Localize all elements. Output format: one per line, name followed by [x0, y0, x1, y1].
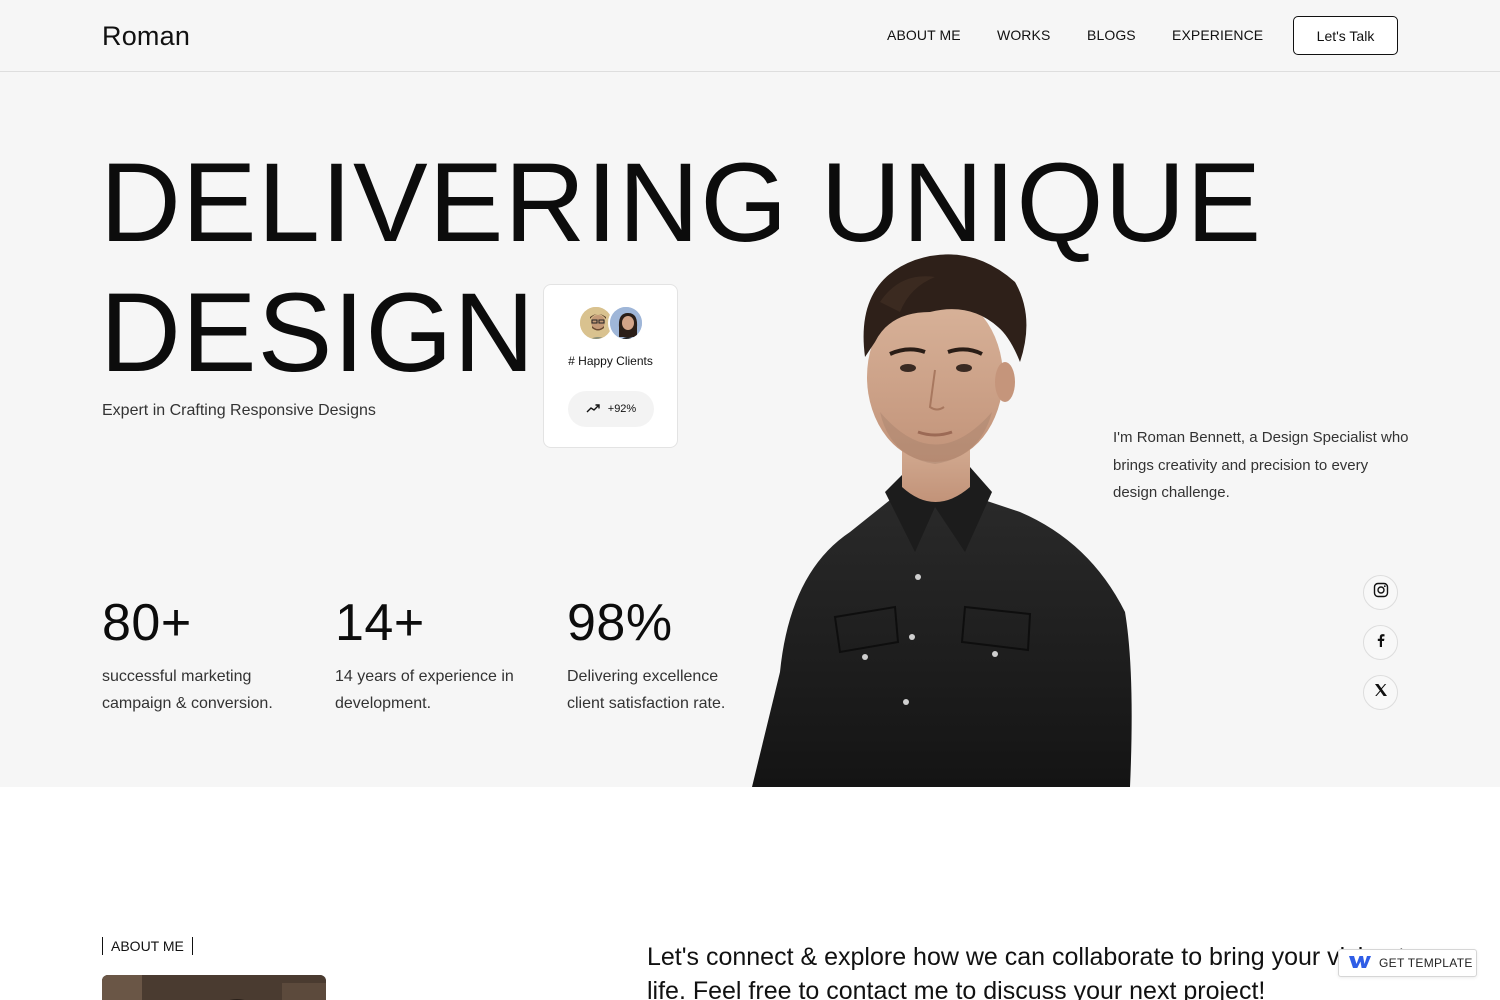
- portrait-photo: [730, 242, 1150, 787]
- site-header: Roman ABOUT ME WORKS BLOGS EXPERIENCE Le…: [0, 0, 1500, 72]
- x-button[interactable]: [1363, 675, 1398, 710]
- nav-blogs[interactable]: BLOGS: [1087, 27, 1136, 43]
- stat-description: successful marketing campaign & conversi…: [102, 668, 273, 712]
- get-template-label: GET TEMPLATE: [1379, 956, 1473, 970]
- client-avatars: [578, 305, 648, 343]
- stat-campaigns: 80+ successful marketing campaign & conv…: [102, 597, 302, 717]
- growth-value: +92%: [607, 403, 637, 415]
- trending-up-icon: [586, 403, 600, 416]
- facebook-button[interactable]: [1363, 625, 1398, 660]
- stat-number: 14+: [335, 594, 425, 652]
- nav-about-me[interactable]: ABOUT ME: [887, 27, 961, 43]
- instagram-button[interactable]: [1363, 575, 1398, 610]
- stat-number: 98%: [567, 594, 673, 652]
- hero-section: DELIVERING UNIQUE DESIGN Expert in Craft…: [0, 72, 1500, 787]
- stat-number: 80+: [102, 594, 192, 652]
- nav-works[interactable]: WORKS: [997, 27, 1050, 43]
- happy-clients-label: # Happy Clients: [568, 354, 653, 368]
- growth-pill: +92%: [568, 391, 654, 427]
- lets-talk-button[interactable]: Let's Talk: [1293, 16, 1398, 55]
- intro-text: I'm Roman Bennett, a Design Specialist w…: [1113, 429, 1409, 501]
- facebook-icon: [1373, 632, 1389, 653]
- headline-line-2: DESIGN: [100, 270, 536, 395]
- hero-subtitle: Expert in Crafting Responsive Designs: [102, 402, 376, 419]
- stat-description: 14 years of experience in development.: [335, 668, 514, 712]
- client-avatar-2: [608, 305, 644, 341]
- webflow-icon: [1349, 955, 1371, 972]
- x-icon: [1373, 682, 1389, 703]
- connect-text: Let's connect & explore how we can colla…: [647, 943, 1419, 1000]
- instagram-icon: [1373, 582, 1389, 603]
- about-me-tag: ABOUT ME: [102, 937, 193, 955]
- logo[interactable]: Roman: [102, 21, 190, 52]
- about-photo: [102, 975, 326, 1000]
- get-template-button[interactable]: GET TEMPLATE: [1338, 949, 1477, 977]
- stat-satisfaction: 98% Delivering excellence client satisfa…: [567, 597, 747, 717]
- stat-description: Delivering excellence client satisfactio…: [567, 668, 726, 712]
- stat-experience: 14+ 14 years of experience in developmen…: [335, 597, 535, 717]
- nav-experience[interactable]: EXPERIENCE: [1172, 27, 1263, 43]
- happy-clients-card: # Happy Clients +92%: [543, 284, 678, 448]
